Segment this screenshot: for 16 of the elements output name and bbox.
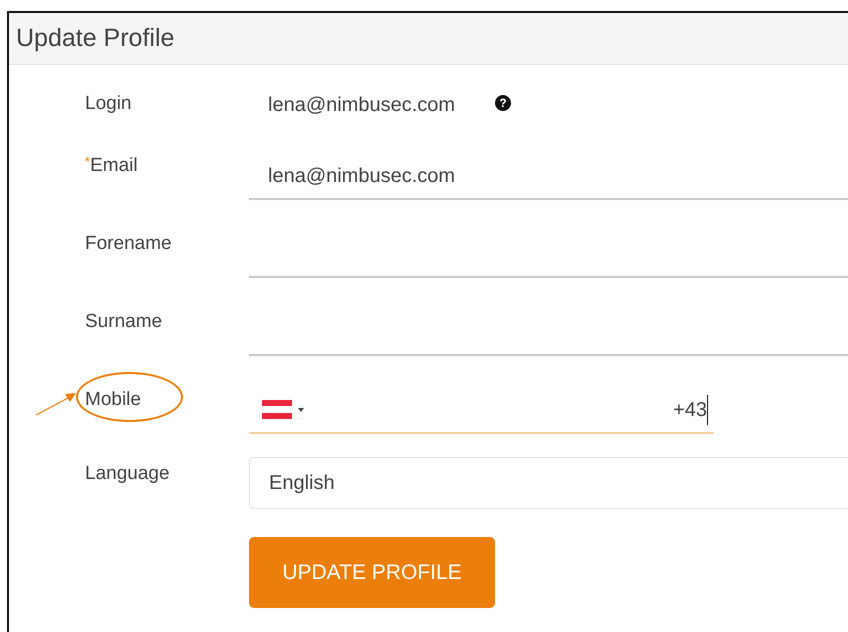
field-label: Mobile	[85, 388, 141, 412]
input-field[interactable]: lena@nimbusec.com	[249, 154, 848, 200]
login-value: lena@nimbusec.com	[268, 93, 456, 118]
field-label: Forename	[85, 232, 172, 256]
phone-value: +43	[673, 394, 708, 424]
field-label: Login	[85, 92, 132, 116]
panel-title: Update Profile	[16, 22, 174, 54]
help-icon[interactable]: ?	[495, 95, 512, 111]
caret-icon[interactable]	[298, 408, 304, 412]
flag-icon[interactable]	[262, 400, 292, 419]
language-select[interactable]: English	[249, 457, 848, 509]
field-label: *Email	[85, 153, 138, 178]
phone-field[interactable]: +43	[249, 387, 714, 434]
field-label: Language	[85, 462, 170, 486]
field-label: Surname	[85, 310, 162, 334]
annotation-arrow	[36, 393, 76, 416]
